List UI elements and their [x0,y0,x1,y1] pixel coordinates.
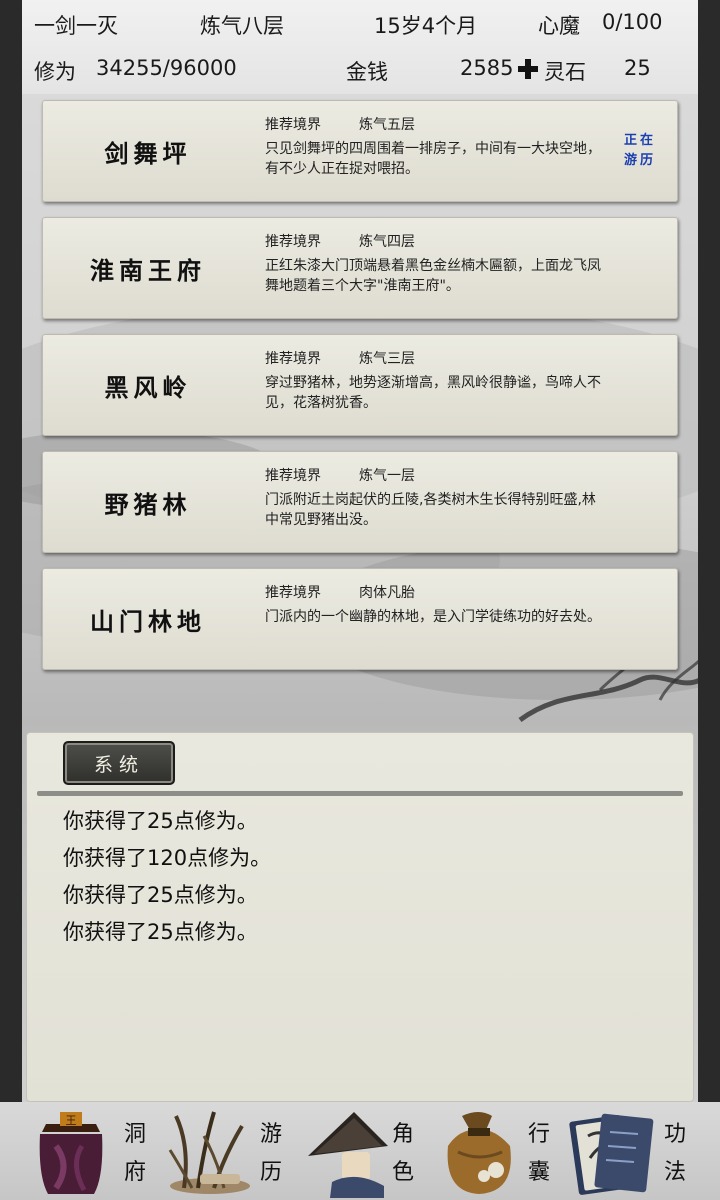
player-age: 15岁4个月 [374,14,478,38]
tab-system[interactable]: 系统 [63,741,175,785]
nav-label: 行囊 [527,1122,550,1185]
cultivation-value: 34255/96000 [96,56,237,80]
location-description: 门派内的一个幽静的林地，是入门学徒练功的好去处。 [265,609,601,625]
recommended-realm-label: 推荐境界 [265,351,321,367]
demon-label: 心魔 [538,14,580,38]
location-name: 野猪林 [104,489,192,519]
recommended-realm-value: 炼气三层 [359,351,415,367]
location-card-shanmen-forest[interactable]: 山门林地 推荐境界 肉体凡胎 门派内的一个幽静的林地，是入门学徒练功的好去处。 [42,568,678,670]
system-message-panel: 系统 你获得了25点修为。 你获得了120点修为。 你获得了25点修为。 你获得… [26,732,694,1102]
location-name: 剑舞坪 [104,138,192,168]
recommended-realm-value: 炼气四层 [359,234,415,250]
svg-text:王: 王 [66,1114,77,1127]
demon-value: 0/100 [602,10,663,34]
player-name: 一剑一灭 [34,14,118,38]
nav-character[interactable]: 角色 [298,1102,438,1200]
player-realm: 炼气八层 [200,14,284,38]
bag-icon [447,1112,511,1194]
nav-travel[interactable]: 游历 [160,1102,300,1200]
stone-value: 25 [624,56,651,80]
character-hat-icon [308,1112,388,1198]
frame-right [698,0,720,1200]
nav-techniques[interactable]: 功法 [564,1102,704,1200]
location-card-huainan-palace[interactable]: 淮南王府 推荐境界 炼气四层 正红朱漆大门顶端悬着黑色金丝楠木匾额，上面龙飞凤舞… [42,217,678,319]
location-description: 正红朱漆大门顶端悬着黑色金丝楠木匾额，上面龙飞凤舞地题着三个大字"淮南王府"。 [265,258,601,294]
recommended-realm-label: 推荐境界 [265,117,321,133]
recommended-realm-label: 推荐境界 [265,234,321,250]
recommended-realm-value: 炼气五层 [359,117,415,133]
money-label: 金钱 [346,60,388,84]
recommended-realm-label: 推荐境界 [265,468,321,484]
cultivation-label: 修为 [34,60,76,84]
spirit-stone-icon [516,57,540,81]
panel-divider [37,791,683,796]
money-value: 2585 [460,56,514,80]
location-name: 淮南王府 [90,255,206,285]
location-description: 穿过野猪林，地势逐渐增高，黑风岭很静谧，鸟啼人不见，花落树犹香。 [265,375,601,411]
recommended-realm-value: 肉体凡胎 [359,585,415,601]
location-description: 只见剑舞坪的四周围着一排房子，中间有一大块空地，有不少人正在捉对喂招。 [265,141,601,177]
status-header: 一剑一灭 炼气八层 15岁4个月 心魔 0/100 修为 34255/96000… [22,0,698,94]
log-message: 你获得了25点修为。 [63,883,258,907]
log-message: 你获得了25点修为。 [63,920,258,944]
location-card-heifengling[interactable]: 黑风岭 推荐境界 炼气三层 穿过野猪林，地势逐渐增高，黑风岭很静谧，鸟啼人不见，… [42,334,678,436]
cave-dwelling-icon: 王 [39,1112,103,1194]
location-name: 山门林地 [90,606,206,636]
nav-cave-dwelling[interactable]: 王 洞府 [22,1102,162,1200]
scroll-book-icon [569,1113,654,1195]
log-message: 你获得了120点修为。 [63,846,272,870]
recommended-realm-label: 推荐境界 [265,585,321,601]
nav-label: 角色 [391,1122,414,1185]
stone-label: 灵石 [544,60,586,84]
location-card-jianwuping[interactable]: 剑舞坪 推荐境界 炼气五层 只见剑舞坪的四周围着一排房子，中间有一大块空地，有不… [42,100,678,202]
location-card-yezhulin[interactable]: 野猪林 推荐境界 炼气一层 门派附近土岗起伏的丘陵,各类树木生长得特别旺盛,林中… [42,451,678,553]
message-log[interactable]: 你获得了25点修为。 你获得了120点修为。 你获得了25点修为。 你获得了25… [63,803,271,951]
recommended-realm-value: 炼气一层 [359,468,415,484]
location-description: 门派附近土岗起伏的丘陵,各类树木生长得特别旺盛,林中常见野猪出没。 [265,492,596,528]
nav-bag[interactable]: 行囊 [430,1102,570,1200]
bottom-nav: 王 洞府 游历 角色 行囊 功法 [0,1102,720,1200]
nav-label: 洞府 [123,1122,146,1185]
traveling-status: 正在游历 [623,133,656,168]
nav-label: 游历 [259,1122,282,1185]
log-message: 你获得了25点修为。 [63,809,258,833]
location-name: 黑风岭 [104,372,192,402]
frame-left [0,0,22,1200]
nav-label: 功法 [663,1122,686,1185]
travel-grass-icon [168,1111,250,1194]
